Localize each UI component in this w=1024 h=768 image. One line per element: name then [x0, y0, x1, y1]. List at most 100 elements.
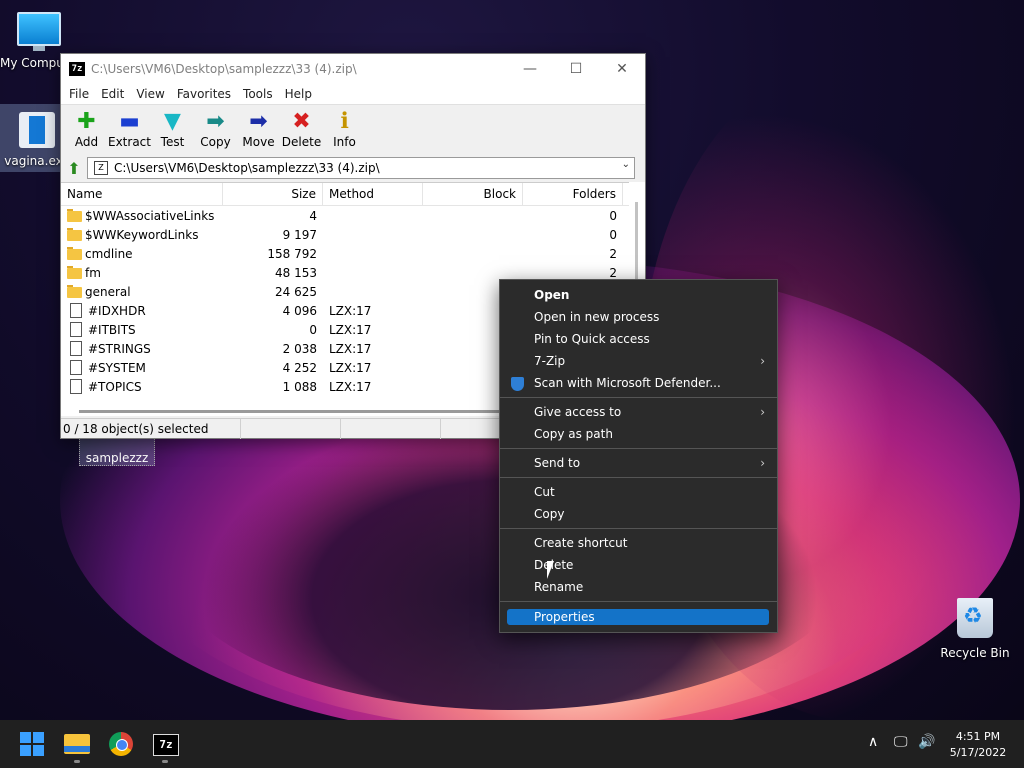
column-header-size[interactable]: Size	[223, 183, 323, 205]
show-hidden-icons-chevron-icon[interactable]: ∧	[868, 734, 878, 750]
table-row[interactable]: $WWAssociativeLinks 4 0	[61, 206, 643, 225]
file-icon	[70, 303, 82, 318]
minus-icon: ▬	[119, 109, 140, 134]
test-button[interactable]: ▼ Test	[151, 105, 194, 149]
toolbar-label: Add	[74, 135, 99, 149]
toolbar-label: Test	[160, 135, 185, 149]
arrow-right-blue-icon: ➡	[249, 109, 268, 134]
menu-item-cut[interactable]: Cut	[500, 481, 777, 503]
menu-item-rename[interactable]: Rename	[500, 576, 777, 598]
desktop-icon-recycle-bin[interactable]: Recycle Bin	[940, 598, 1010, 660]
menu-item-open[interactable]: Open	[500, 284, 777, 306]
clock-time: 4:51 PM	[955, 730, 1001, 743]
taskbar-file-explorer[interactable]	[61, 728, 93, 760]
context-menu: Open Open in new process Pin to Quick ac…	[499, 279, 778, 633]
menu-edit[interactable]: Edit	[95, 87, 130, 101]
file-explorer-icon	[64, 734, 90, 754]
taskbar-7zip[interactable]: 7z	[149, 728, 181, 760]
file-icon	[70, 360, 82, 375]
list-header: Name Size Method Block Folders	[61, 183, 643, 206]
status-cell	[341, 419, 441, 439]
up-folder-button[interactable]: ⬆	[61, 159, 87, 178]
menu-item-label: Send to	[534, 456, 581, 470]
check-arrow-icon: ▼	[164, 109, 181, 134]
toolbar-label: Copy	[200, 135, 231, 149]
menu-item-label: Copy as path	[534, 427, 613, 441]
file-name: $WWKeywordLinks	[85, 227, 199, 242]
file-folders: 0	[609, 208, 617, 223]
file-icon	[70, 379, 82, 394]
menu-item-copy[interactable]: Copy	[500, 503, 777, 525]
column-header-method[interactable]: Method	[323, 183, 423, 205]
toolbar-label: Move	[242, 135, 275, 149]
exe-file-icon	[19, 112, 55, 148]
menu-separator	[500, 601, 777, 602]
copy-button[interactable]: ➡ Copy	[194, 105, 237, 149]
file-name: #TOPICS	[88, 379, 142, 394]
maximize-button[interactable]: ☐	[553, 54, 599, 84]
menu-item-give-access[interactable]: Give access to ›	[500, 401, 777, 423]
file-name: #IDXHDR	[88, 303, 146, 318]
file-size: 24 625	[275, 284, 317, 299]
scrollbar-thumb[interactable]	[79, 410, 499, 413]
file-size: 4 096	[282, 303, 317, 318]
close-button[interactable]: ✕	[599, 54, 645, 84]
desktop-icon-label: Recycle Bin	[940, 646, 1010, 660]
7zip-icon: 7z	[153, 734, 179, 756]
menu-item-send-to[interactable]: Send to ›	[500, 452, 777, 474]
taskbar-chrome[interactable]	[105, 728, 137, 760]
address-combobox[interactable]: Z C:\Users\VM6\Desktop\samplezzz\33 (4).…	[87, 157, 635, 179]
menu-separator	[500, 448, 777, 449]
file-size: 1 088	[282, 379, 317, 394]
delete-button[interactable]: ✖ Delete	[280, 105, 323, 149]
network-icon[interactable]: 🖵	[894, 734, 908, 750]
menu-item-label: Open	[534, 288, 570, 302]
column-header-folders[interactable]: Folders	[523, 183, 623, 205]
menu-item-scan-defender[interactable]: Scan with Microsoft Defender...	[500, 372, 777, 394]
desktop-icon-samplezzz[interactable]: samplezzz	[79, 436, 155, 466]
menu-item-pin-quick-access[interactable]: Pin to Quick access	[500, 328, 777, 350]
file-size: 9 197	[282, 227, 317, 242]
toolbar: ✚ Add ▬ Extract ▼ Test ➡ Copy ➡ Move ✖ D…	[61, 104, 645, 155]
recycle-bin-icon	[957, 598, 993, 638]
toolbar-label: Delete	[281, 135, 322, 149]
file-method: LZX:17	[329, 322, 372, 337]
mouse-cursor-icon	[547, 561, 554, 579]
toolbar-label: Extract	[108, 135, 151, 149]
taskbar-clock[interactable]: 4:51 PM 5/17/2022	[948, 729, 1008, 761]
menu-item-open-new-process[interactable]: Open in new process	[500, 306, 777, 328]
menu-tools[interactable]: Tools	[237, 87, 279, 101]
status-cell	[241, 419, 341, 439]
file-size: 0	[309, 322, 317, 337]
extract-button[interactable]: ▬ Extract	[108, 105, 151, 149]
menu-item-copy-as-path[interactable]: Copy as path	[500, 423, 777, 445]
table-row[interactable]: cmdline 158 792 2	[61, 244, 643, 263]
move-button[interactable]: ➡ Move	[237, 105, 280, 149]
start-button[interactable]	[16, 728, 48, 760]
column-header-block[interactable]: Block	[423, 183, 523, 205]
taskbar: 7z ∧ 🖵 🔊 4:51 PM 5/17/2022	[0, 720, 1024, 768]
add-button[interactable]: ✚ Add	[65, 105, 108, 149]
menu-item-label: Properties	[534, 610, 595, 624]
minimize-button[interactable]: —	[507, 54, 553, 84]
menu-item-label: Pin to Quick access	[534, 332, 650, 346]
column-header-name[interactable]: Name	[61, 183, 223, 205]
menu-item-create-shortcut[interactable]: Create shortcut	[500, 532, 777, 554]
title-bar[interactable]: 7z C:\Users\VM6\Desktop\samplezzz\33 (4)…	[61, 54, 645, 84]
menu-help[interactable]: Help	[279, 87, 318, 101]
volume-icon[interactable]: 🔊	[918, 734, 935, 750]
menu-view[interactable]: View	[130, 87, 170, 101]
plus-icon: ✚	[77, 109, 96, 134]
file-size: 2 038	[282, 341, 317, 356]
menu-favorites[interactable]: Favorites	[171, 87, 237, 101]
menu-item-label: Copy	[534, 507, 565, 521]
chevron-down-icon[interactable]: ⌄	[622, 159, 630, 170]
table-row[interactable]: $WWKeywordLinks 9 197 0	[61, 225, 643, 244]
menu-item-7zip[interactable]: 7-Zip ›	[500, 350, 777, 372]
info-button[interactable]: ℹ Info	[323, 105, 366, 149]
file-size: 4 252	[282, 360, 317, 375]
menu-item-delete[interactable]: Delete	[500, 554, 777, 576]
menu-item-properties[interactable]: Properties	[507, 609, 769, 625]
file-method: LZX:17	[329, 303, 372, 318]
menu-file[interactable]: File	[63, 87, 95, 101]
